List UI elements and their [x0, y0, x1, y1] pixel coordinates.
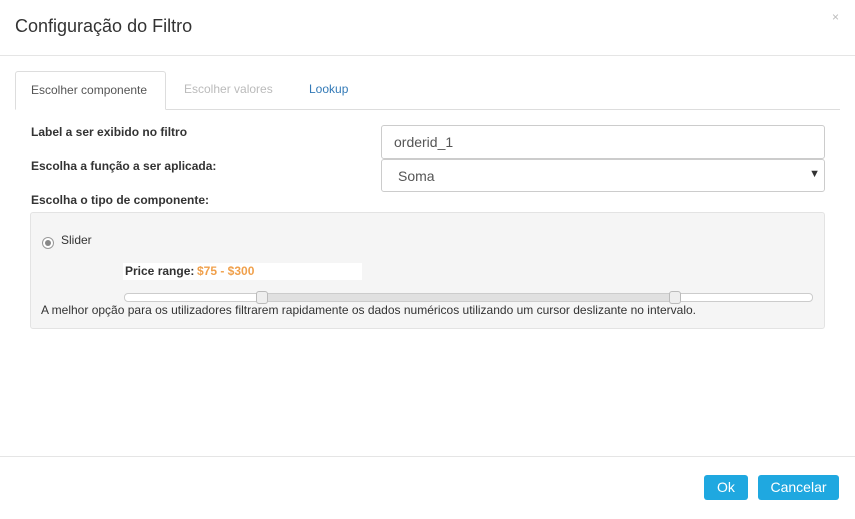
function-select-value: Soma — [398, 168, 435, 184]
tab-bar: Escolher componente Escolher valores Loo… — [15, 71, 840, 110]
price-range-value: $75 - $300 — [197, 264, 255, 278]
label-field-label: Label a ser exibido no filtro — [31, 125, 188, 139]
tab-lookup[interactable]: Lookup — [294, 71, 363, 108]
slider-option-label[interactable]: Slider — [61, 233, 92, 247]
close-icon[interactable]: × — [832, 10, 839, 24]
label-input[interactable]: orderid_1 — [381, 125, 825, 159]
cancel-button[interactable]: Cancelar — [758, 475, 839, 500]
slider-radio[interactable] — [42, 237, 54, 249]
function-label: Escolha a função a ser aplicada: — [31, 159, 217, 173]
tab-escolher-valores[interactable]: Escolher valores — [169, 71, 288, 108]
component-option-panel: Slider Price range: $75 - $300 A melhor … — [30, 212, 825, 329]
tab-escolher-componente[interactable]: Escolher componente — [15, 71, 166, 110]
modal-title: Configuração do Filtro — [15, 16, 193, 36]
component-type-label: Escolha o tipo de componente: — [31, 193, 210, 207]
function-select[interactable]: Soma ▼ — [381, 159, 825, 192]
ok-button[interactable]: Ok — [704, 475, 748, 500]
modal-footer: Ok Cancelar — [0, 456, 855, 519]
filter-config-modal: Configuração do Filtro × Escolher compon… — [0, 0, 855, 518]
price-range-label: Price range: — [125, 264, 195, 278]
slider-selected-range — [262, 294, 675, 301]
caret-down-icon: ▼ — [809, 168, 820, 180]
slider-help-text: A melhor opção para os utilizadores filt… — [41, 303, 697, 317]
range-slider[interactable] — [124, 291, 813, 304]
price-range-display: Price range: $75 - $300 — [123, 263, 362, 280]
radio-selected-dot — [45, 240, 51, 246]
modal-header: Configuração do Filtro × — [0, 0, 855, 56]
